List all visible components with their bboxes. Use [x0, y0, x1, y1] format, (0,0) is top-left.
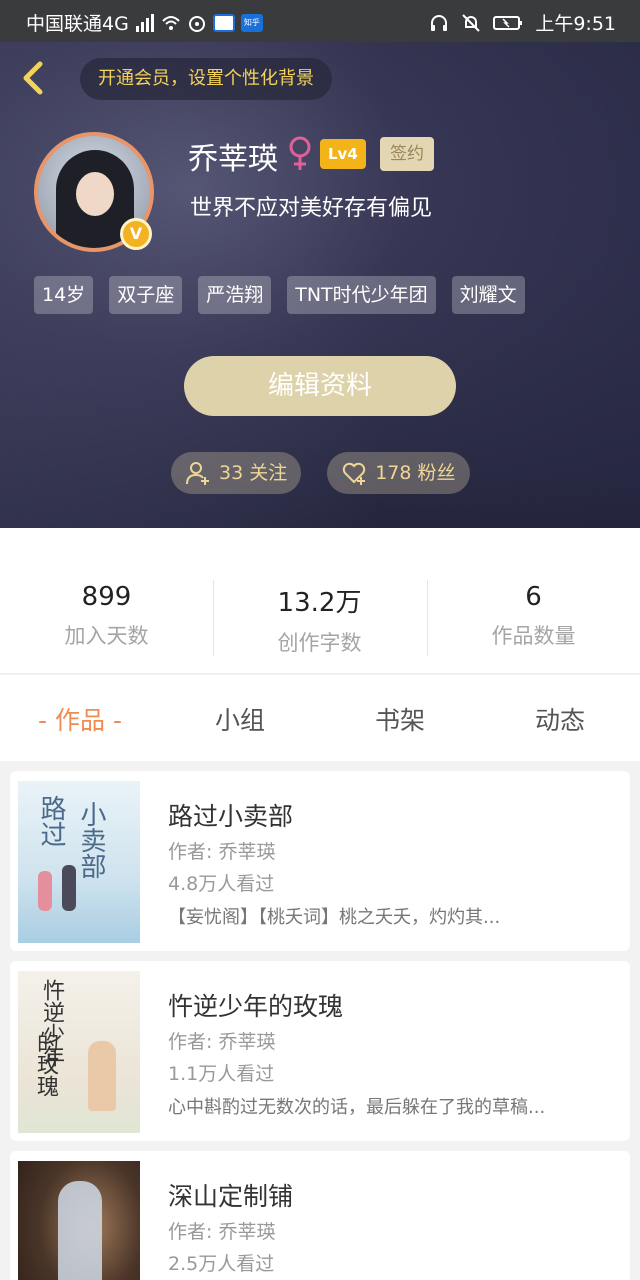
avatar-face-shape — [76, 172, 114, 216]
wifi-icon — [162, 15, 180, 30]
tab-bookshelf[interactable]: 书架 — [320, 701, 480, 737]
works-list: 小卖部 路过 路过小卖部 作者: 乔莘瑛 4.8万人看过 【妄忧阁】【桃夭词】桃… — [0, 761, 640, 1280]
vip-background-prompt[interactable]: 开通会员，设置个性化背景 — [80, 58, 332, 100]
stat-join-days: 899 加入天数 — [0, 582, 213, 650]
signal-icon — [135, 13, 154, 32]
user-bio: 世界不应对美好存有偏见 — [190, 196, 433, 221]
zhihu-badge-icon: 知乎 — [240, 13, 263, 32]
tag-group: TNT时代少年团 — [287, 276, 436, 314]
book-views: 4.8万人看过 — [168, 873, 275, 895]
book-views: 1.1万人看过 — [168, 1063, 275, 1085]
stat-word-count: 13.2万 创作字数 — [213, 582, 426, 657]
profile-header: 开通会员，设置个性化背景 V 乔莘瑛 Lv4 签约 世界不应对美好存有偏见 14… — [0, 42, 640, 528]
tab-activity[interactable]: 动态 — [480, 701, 640, 737]
clock-label: 上午9:51 — [535, 13, 616, 35]
book-cover — [18, 1161, 140, 1280]
signed-badge: 签约 — [380, 137, 434, 171]
cover-figure-shape — [58, 1181, 102, 1280]
cover-figure-shape — [38, 871, 52, 911]
book-author: 作者: 乔莘瑛 — [168, 841, 276, 863]
book-description: 心中斟酌过无数次的话，最后躲在了我的草稿... — [168, 1097, 546, 1118]
book-title[interactable]: 深山定制铺 — [168, 1177, 293, 1213]
edit-profile-button[interactable]: 编辑资料 — [184, 356, 456, 416]
back-arrow-icon[interactable] — [12, 56, 56, 100]
list-item[interactable]: 忤逆少年 的玫瑰 忤逆少年的玫瑰 作者: 乔莘瑛 1.1万人看过 心中斟酌过无数… — [10, 961, 630, 1141]
tag-idol-1: 严浩翔 — [198, 276, 272, 314]
fans-button[interactable]: 178 粉丝 — [327, 452, 470, 494]
tag-zodiac: 双子座 — [109, 276, 183, 314]
book-description: 【妄忧阁】【桃夭词】桃之夭夭，灼灼其... — [168, 907, 501, 928]
fans-label: 178 粉丝 — [375, 462, 456, 484]
cover-figure-shape — [62, 865, 76, 911]
list-item[interactable]: 深山定制铺 作者: 乔莘瑛 2.5万人看过 — [10, 1151, 630, 1280]
book-author: 作者: 乔莘瑛 — [168, 1221, 276, 1243]
list-item[interactable]: 小卖部 路过 路过小卖部 作者: 乔莘瑛 4.8万人看过 【妄忧阁】【桃夭词】桃… — [10, 771, 630, 951]
stat-works-count: 6 作品数量 — [427, 582, 640, 650]
user-name: 乔莘瑛 — [188, 142, 278, 177]
tag-age: 14岁 — [34, 276, 94, 314]
stats-panel: 899 加入天数 13.2万 创作字数 6 作品数量 — [0, 528, 640, 674]
tag-idol-2: 刘耀文 — [451, 276, 525, 314]
mute-bell-icon — [462, 13, 481, 32]
stat-value: 6 — [525, 582, 542, 612]
headphones-icon — [431, 14, 448, 31]
tab-works[interactable]: - 作品 - — [0, 701, 160, 737]
stat-label: 作品数量 — [491, 624, 576, 648]
stat-label: 加入天数 — [64, 624, 149, 648]
weibo-icon — [188, 15, 205, 32]
cover-figure-shape — [88, 1041, 116, 1111]
cover-title-text: 路过 — [36, 795, 66, 847]
book-cover: 忤逆少年 的玫瑰 — [18, 971, 140, 1133]
stat-value: 899 — [81, 582, 132, 612]
profile-tabs: - 作品 - 小组 书架 动态 — [0, 675, 640, 761]
book-views: 2.5万人看过 — [168, 1253, 275, 1275]
book-author: 作者: 乔莘瑛 — [168, 1031, 276, 1053]
tab-groups[interactable]: 小组 — [160, 701, 320, 737]
app-badge-icon — [212, 13, 235, 32]
following-label: 33 关注 — [219, 462, 288, 484]
cover-title-text: 的玫瑰 — [33, 1031, 58, 1097]
book-title[interactable]: 忤逆少年的玫瑰 — [168, 987, 343, 1023]
book-cover: 小卖部 路过 — [18, 781, 140, 943]
stat-value: 13.2万 — [277, 588, 362, 618]
heart-plus-icon — [343, 462, 366, 485]
following-button[interactable]: 33 关注 — [171, 452, 302, 494]
verified-v-badge: V — [120, 218, 152, 250]
status-bar: 中国联通4G 知乎 上午9:51 — [0, 0, 640, 42]
battery-icon — [493, 15, 523, 30]
book-title[interactable]: 路过小卖部 — [168, 797, 293, 833]
add-user-icon — [186, 462, 209, 485]
level-badge: Lv4 — [320, 139, 366, 169]
tag-list: 14岁 双子座 严浩翔 TNT时代少年团 刘耀文 — [34, 276, 525, 314]
cover-title-text: 小卖部 — [76, 801, 106, 879]
female-gender-icon — [289, 136, 311, 170]
carrier-label: 中国联通4G — [26, 13, 129, 35]
stat-label: 创作字数 — [277, 631, 362, 655]
follow-row: 33 关注 178 粉丝 — [171, 452, 470, 494]
